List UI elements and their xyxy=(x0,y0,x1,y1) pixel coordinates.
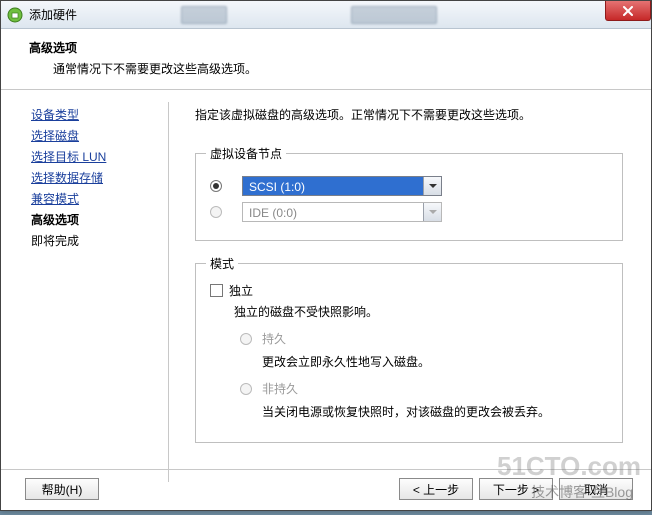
app-icon xyxy=(7,7,23,23)
ide-combo: IDE (0:0) xyxy=(242,202,442,222)
ide-row: IDE (0:0) xyxy=(210,202,608,222)
scsi-row: SCSI (1:0) xyxy=(210,176,608,196)
persistent-desc: 更改会立即永久性地写入磁盘。 xyxy=(262,353,608,370)
ide-radio[interactable] xyxy=(210,206,222,218)
instruction-text: 指定该虚拟磁盘的高级选项。正常情况下不需要更改这些选项。 xyxy=(195,106,633,123)
titlebar: 添加硬件 xyxy=(1,1,651,29)
independent-checkbox[interactable] xyxy=(210,284,223,297)
step-select-datastore[interactable]: 选择数据存储 xyxy=(31,169,160,186)
step-select-disk[interactable]: 选择磁盘 xyxy=(31,127,160,144)
wizard-steps: 设备类型 选择磁盘 选择目标 LUN 选择数据存储 兼容模式 高级选项 即将完成 xyxy=(19,102,169,482)
virtual-device-node-group: 虚拟设备节点 SCSI (1:0) IDE (0:0) xyxy=(195,145,623,241)
step-advanced-options: 高级选项 xyxy=(31,211,160,228)
dialog-window: 添加硬件 高级选项 通常情况下不需要更改这些高级选项。 设备类型 选择磁盘 选择… xyxy=(0,0,652,511)
nonpersistent-radio xyxy=(240,383,252,395)
close-button[interactable] xyxy=(605,1,651,21)
body: 设备类型 选择磁盘 选择目标 LUN 选择数据存储 兼容模式 高级选项 即将完成… xyxy=(1,90,651,482)
footer: 帮助(H) < 上一步 下一步 > 取消 xyxy=(1,469,651,500)
persistent-row: 持久 xyxy=(240,330,608,347)
help-button[interactable]: 帮助(H) xyxy=(25,478,99,500)
nonpersistent-row: 非持久 xyxy=(240,380,608,397)
header-subtitle: 通常情况下不需要更改这些高级选项。 xyxy=(53,60,631,77)
next-button[interactable]: 下一步 > xyxy=(479,478,553,500)
step-select-lun[interactable]: 选择目标 LUN xyxy=(31,148,160,165)
ide-combo-value: IDE (0:0) xyxy=(243,203,423,221)
independent-label: 独立 xyxy=(229,282,253,299)
ide-combo-button xyxy=(423,203,441,221)
independent-desc: 独立的磁盘不受快照影响。 xyxy=(234,303,608,320)
scsi-radio[interactable] xyxy=(210,180,222,192)
titlebar-blur-1 xyxy=(181,6,227,24)
main-panel: 指定该虚拟磁盘的高级选项。正常情况下不需要更改这些选项。 虚拟设备节点 SCSI… xyxy=(169,102,633,482)
mode-group: 模式 独立 独立的磁盘不受快照影响。 持久 更改会立即永久性地写入磁盘。 非持久… xyxy=(195,255,623,443)
virtual-device-node-legend: 虚拟设备节点 xyxy=(206,145,286,162)
titlebar-blur-2 xyxy=(351,6,437,24)
header: 高级选项 通常情况下不需要更改这些高级选项。 xyxy=(1,29,651,90)
scsi-combo-value: SCSI (1:0) xyxy=(243,177,423,195)
persistent-radio xyxy=(240,333,252,345)
header-title: 高级选项 xyxy=(29,39,631,56)
window-title: 添加硬件 xyxy=(29,6,77,23)
independent-row: 独立 xyxy=(210,282,608,299)
persistent-label: 持久 xyxy=(262,330,286,347)
step-ready: 即将完成 xyxy=(31,232,160,249)
nonpersistent-label: 非持久 xyxy=(262,380,298,397)
nonpersistent-desc: 当关闭电源或恢复快照时，对该磁盘的更改会被丢弃。 xyxy=(262,403,608,420)
scsi-combo-button[interactable] xyxy=(423,177,441,195)
scsi-combo[interactable]: SCSI (1:0) xyxy=(242,176,442,196)
back-button[interactable]: < 上一步 xyxy=(399,478,473,500)
mode-legend: 模式 xyxy=(206,255,238,272)
step-device-type[interactable]: 设备类型 xyxy=(31,106,160,123)
step-compat-mode[interactable]: 兼容模式 xyxy=(31,190,160,207)
cancel-button[interactable]: 取消 xyxy=(559,478,633,500)
